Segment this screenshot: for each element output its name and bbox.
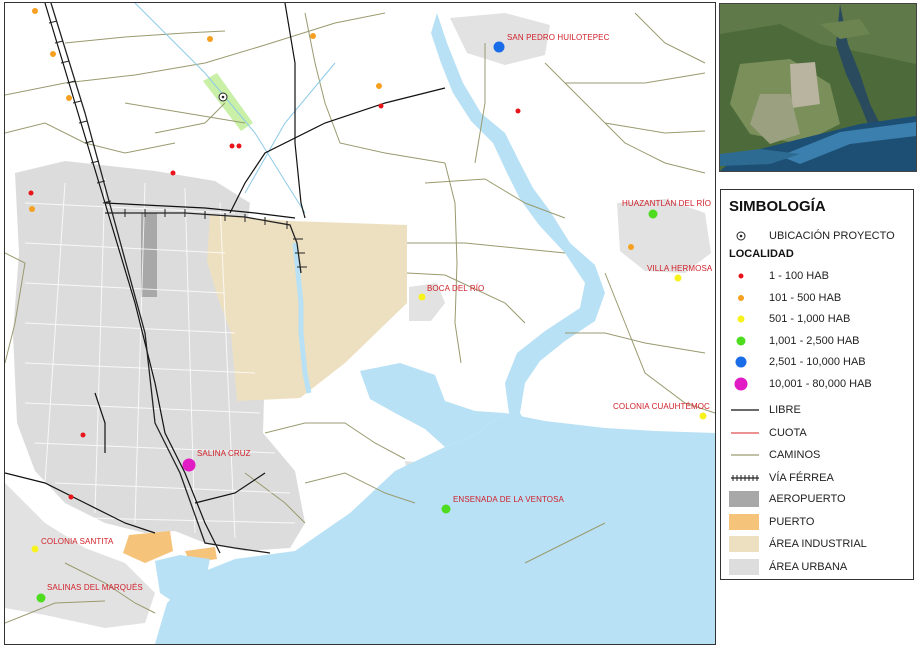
- legend-locality-0: 1 - 100 HAB: [729, 268, 913, 284]
- satellite-inset-svg: [720, 4, 916, 171]
- dot-501-1000[interactable]: [699, 412, 707, 420]
- legend-area-1-label: PUERTO: [769, 515, 815, 528]
- legend-area-3: ÁREA URBANA: [729, 558, 913, 575]
- dot-101-500[interactable]: [32, 8, 38, 14]
- place-san-pedro-huilotepec: SAN PEDRO HUILOTEPEC: [507, 33, 610, 42]
- legend-area-0-label: AEROPUERTO: [769, 493, 846, 505]
- map-canvas[interactable]: SAN PEDRO HUILOTEPEC HUAZANTLÁN DEL RÍO …: [4, 2, 716, 645]
- legend-locality-2-label: 501 - 1,000 HAB: [769, 313, 851, 325]
- legend-area-3-label: ÁREA URBANA: [769, 560, 848, 573]
- dot-1-100[interactable]: [229, 143, 235, 149]
- legend-area-2: ÁREA INDUSTRIAL: [729, 536, 913, 552]
- place-huazantlan: HUAZANTLÁN DEL RÍO: [622, 199, 712, 208]
- legend-area-1: PUERTO: [729, 513, 913, 530]
- legend-label-project: UBICACIÓN PROYECTO: [769, 230, 895, 242]
- legend-locality-3-label: 1,001 - 2,500 HAB: [769, 334, 860, 347]
- dot-501-1000[interactable]: [418, 293, 426, 301]
- legend-line-3: VÍA FÉRREA: [729, 470, 913, 486]
- dot-1-100[interactable]: [170, 170, 176, 176]
- project-location-dot: [221, 95, 225, 99]
- dot-2501-10000[interactable]: [493, 41, 505, 53]
- dot-101-500[interactable]: [310, 33, 316, 39]
- river: [431, 13, 605, 421]
- legend-line-3-icon: [729, 470, 759, 486]
- dot-1001-2500[interactable]: [648, 209, 658, 219]
- project-location-legend-icon: [729, 228, 759, 244]
- legend-line-3-label: VÍA FÉRREA: [769, 471, 834, 484]
- dot-1-100[interactable]: [236, 143, 242, 149]
- legend-locality-0-icon: [729, 268, 759, 284]
- dot-1-100[interactable]: [28, 190, 34, 196]
- dot-10001-80000[interactable]: [182, 458, 196, 472]
- legend-locality-4-icon: [729, 354, 759, 370]
- legend-area-3-icon: [729, 558, 761, 575]
- legend-area-2-label: ÁREA INDUSTRIAL: [769, 538, 867, 550]
- legend-line-1-label: CUOTA: [769, 426, 807, 439]
- place-colonia-cuauhtemoc: COLONIA CUAUHTÉMOC: [613, 402, 710, 411]
- legend-locality-1-icon: [729, 290, 759, 306]
- dot-501-1000[interactable]: [674, 274, 682, 282]
- legend-locality-0-label: 1 - 100 HAB: [769, 270, 829, 282]
- place-ensenada-la-ventosa: ENSENADA DE LA VENTOSA: [453, 495, 564, 504]
- dot-101-500[interactable]: [66, 95, 72, 101]
- legend-locality-2-icon: [729, 311, 759, 327]
- legend-locality-5-icon: [729, 376, 759, 392]
- legend-line-0: LIBRE: [729, 402, 913, 418]
- dot-1001-2500[interactable]: [36, 593, 46, 603]
- place-villa-hermosa: VILLA HERMOSA: [647, 264, 713, 273]
- legend-locality-4: 2,501 - 10,000 HAB: [729, 354, 913, 370]
- place-colonia-santita: COLONIA SANTITA: [41, 537, 114, 546]
- legend-locality-5: 10,001 - 80,000 HAB: [729, 376, 913, 392]
- dot-101-500[interactable]: [207, 36, 213, 42]
- place-boca-del-rio: BOCA DEL RÍO: [427, 284, 485, 293]
- legend-line-2-label: CAMINOS: [769, 449, 821, 461]
- legend-locality-4-label: 2,501 - 10,000 HAB: [769, 356, 866, 368]
- legend-locality-1-label: 101 - 500 HAB: [769, 291, 842, 304]
- legend-line-2: CAMINOS: [729, 447, 913, 463]
- dot-1-100[interactable]: [80, 432, 86, 438]
- dot-1-100[interactable]: [68, 494, 74, 500]
- legend-area-0: AEROPUERTO: [729, 491, 913, 507]
- legend-line-0-label: LIBRE: [769, 404, 801, 416]
- satellite-inset-map: [719, 3, 917, 172]
- legend-locality-5-label: 10,001 - 80,000 HAB: [769, 377, 872, 390]
- legend-area-1-icon: [729, 513, 761, 530]
- dot-101-500[interactable]: [628, 244, 634, 250]
- legend-locality-1: 101 - 500 HAB: [729, 290, 913, 306]
- legend-line-1: CUOTA: [729, 425, 913, 441]
- port-area: [123, 531, 173, 563]
- legend-row-project: UBICACIÓN PROYECTO: [729, 228, 913, 244]
- legend-locality-heading: LOCALIDAD: [729, 248, 794, 260]
- dot-101-500[interactable]: [29, 206, 35, 212]
- map-svg: [5, 3, 715, 644]
- legend-title: SIMBOLOGÍA: [729, 198, 826, 215]
- legend-area-2-icon: [729, 536, 761, 552]
- place-salina-cruz: SALINA CRUZ: [197, 449, 251, 458]
- dot-101-500[interactable]: [376, 83, 382, 89]
- legend-line-0-icon: [729, 402, 759, 418]
- legend-locality-2: 501 - 1,000 HAB: [729, 311, 913, 327]
- dot-101-500[interactable]: [50, 51, 56, 57]
- legend-panel: SIMBOLOGÍA UBICACIÓN PROYECTO LOCALIDAD …: [720, 189, 914, 580]
- place-salinas-del-marques: SALINAS DEL MARQUÉS: [47, 583, 143, 592]
- legend-line-2-icon: [729, 447, 759, 463]
- dot-1-100[interactable]: [378, 103, 384, 109]
- legend-area-0-icon: [729, 491, 761, 507]
- legend-line-1-icon: [729, 425, 759, 441]
- legend-locality-3: 1,001 - 2,500 HAB: [729, 333, 913, 349]
- legend-locality-3-icon: [729, 333, 759, 349]
- dot-501-1000[interactable]: [31, 545, 39, 553]
- dot-1001-2500[interactable]: [441, 504, 451, 514]
- dot-1-100[interactable]: [515, 108, 521, 114]
- urban-huazantlan: [617, 199, 711, 273]
